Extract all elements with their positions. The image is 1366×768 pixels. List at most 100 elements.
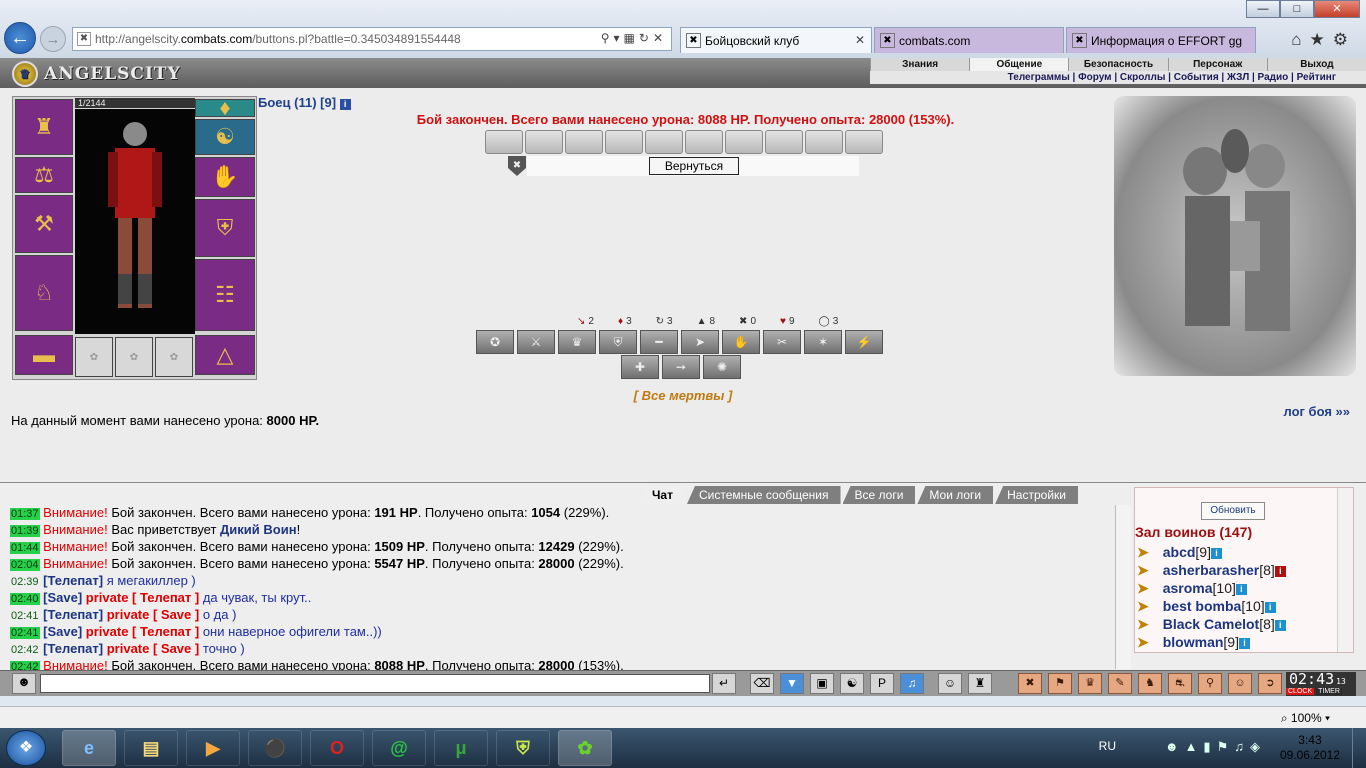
zoom-level[interactable]: ⌕ 100% ▾ [1281, 711, 1330, 726]
nero-icon[interactable]: ⚫ [248, 730, 302, 766]
tab-my-logs[interactable]: Мои логи [917, 486, 994, 504]
message-time[interactable]: 02:41 [10, 627, 40, 639]
address-tools-icons[interactable]: ⚲▾▦↻✕ [601, 31, 667, 45]
skill-blade-icon[interactable]: ━ [640, 330, 678, 354]
private-recipient[interactable]: private [ Save ] [103, 607, 200, 622]
message-time[interactable]: 02:41 [10, 610, 40, 622]
user-item[interactable]: ➤ asroma[10] i [1137, 580, 1247, 597]
security-icon[interactable]: ⛨ [496, 730, 550, 766]
site-logo[interactable]: ♛ ANGELSCITY [12, 60, 181, 88]
user-item[interactable]: ➤ blowman[9] i [1137, 634, 1250, 651]
sub-menu[interactable]: Телеграммы | Форум | Скроллы | События |… [870, 71, 1366, 84]
message-time[interactable]: 02:42 [10, 644, 40, 656]
mail-agent-icon[interactable]: @ [372, 730, 426, 766]
sender-name[interactable]: [Save] [43, 624, 82, 639]
browser-tool-icons[interactable]: ⌂★⚙ [1291, 30, 1356, 50]
skill-strike-icon[interactable]: ➤ [681, 330, 719, 354]
show-desktop-button[interactable] [1352, 728, 1366, 768]
skill-star-icon[interactable]: ✪ [476, 330, 514, 354]
tab-combats[interactable]: ✖ combats.com [874, 27, 1064, 53]
private-recipient[interactable]: private [ Телепат ] [82, 624, 199, 639]
sender-name[interactable]: [Save] [43, 590, 82, 605]
skill-burst-icon[interactable]: ✺ [703, 355, 741, 379]
belt-slot[interactable]: ▬ [15, 335, 73, 375]
users-scrollbar[interactable] [1337, 488, 1353, 652]
scroll-slot[interactable] [485, 130, 523, 154]
tab-chat[interactable]: Чат [640, 486, 685, 504]
scroll-slot[interactable] [845, 130, 883, 154]
minimize-button[interactable]: — [1246, 0, 1280, 18]
scroll-slot[interactable] [805, 130, 843, 154]
menu-knowledge[interactable]: Знания [870, 58, 970, 71]
internet-explorer-icon[interactable]: e [62, 730, 116, 766]
message-time[interactable]: 01:44 [10, 542, 40, 554]
boots-slot[interactable]: △ [195, 335, 255, 375]
send-icon[interactable]: ↵ [712, 673, 736, 694]
forward-button[interactable]: → [40, 26, 66, 52]
skill-shield-icon[interactable]: ⛨ [599, 330, 637, 354]
necklace-slot[interactable]: ☯ [195, 119, 255, 155]
scroll-slot[interactable] [645, 130, 683, 154]
crown-icon[interactable]: ♛ [1078, 673, 1102, 694]
maximize-button[interactable]: □ [1280, 0, 1314, 18]
icq-icon[interactable]: ✿ [558, 730, 612, 766]
sender-name[interactable]: [Телепат] [43, 607, 103, 622]
skill-axe-icon[interactable]: ⚔ [517, 330, 555, 354]
menu-security[interactable]: Безопасность [1068, 58, 1168, 71]
battle-log-link[interactable]: лог боя »» [1283, 404, 1350, 419]
system-clock[interactable]: 3:43 09.06.2012 [1280, 733, 1340, 763]
ring-slot-2[interactable]: ✿ [115, 337, 153, 377]
scroll-slot[interactable] [725, 130, 763, 154]
skill-splash-icon[interactable]: ✶ [804, 330, 842, 354]
skill-dash-icon[interactable]: ➙ [662, 355, 700, 379]
gloves-slot[interactable]: ✋ [195, 157, 255, 197]
user-item[interactable]: ➤ asherbarasher[8] i [1137, 562, 1286, 579]
sender-name[interactable]: [Телепат] [43, 573, 103, 588]
message-time[interactable]: 01:39 [10, 525, 40, 537]
skill-hands-icon[interactable]: ✋ [722, 330, 760, 354]
start-button[interactable]: ❖ [6, 730, 46, 766]
tab-boytsovsky-club[interactable]: ✖ Бойцовский клуб ✕ [680, 27, 872, 53]
tab-settings[interactable]: Настройки [995, 486, 1078, 504]
eraser-icon[interactable]: ⌫ [750, 673, 774, 694]
explorer-folder-icon[interactable]: ▤ [124, 730, 178, 766]
language-indicator[interactable]: RU [1099, 739, 1116, 753]
chat-scrollbar[interactable] [1115, 505, 1131, 669]
amulet-slot[interactable]: ♦ [195, 95, 255, 120]
sound-icon[interactable]: ♫ [900, 673, 924, 694]
armor-icon[interactable]: ⛐ [1168, 673, 1192, 694]
skill-armor-icon[interactable]: ♛ [558, 330, 596, 354]
scroll-slot[interactable] [685, 130, 723, 154]
address-bar[interactable]: ✖ http://angelscity. combats.com/buttons.… [72, 27, 672, 51]
shield-slot[interactable]: ⛨ [195, 199, 255, 257]
exit-icon[interactable]: ➲ [1258, 673, 1282, 694]
ring-slot-3[interactable]: ✿ [155, 337, 193, 377]
smiley-icon[interactable]: ☺ [938, 673, 962, 694]
message-time[interactable]: 02:40 [10, 593, 40, 605]
private-recipient[interactable]: private [ Телепат ] [82, 590, 199, 605]
filter-icon[interactable]: ▼ [780, 673, 804, 694]
translit-icon[interactable]: P [870, 673, 894, 694]
helmet-icon[interactable]: ♜ [968, 673, 992, 694]
tab-system-messages[interactable]: Системные сообщения [686, 486, 841, 504]
close-window-button[interactable]: ✕ [1314, 0, 1360, 18]
user-item[interactable]: ➤ abcd[9] i [1137, 544, 1222, 561]
scroll-slot[interactable] [565, 130, 603, 154]
close-tab-icon[interactable]: ✕ [855, 33, 865, 47]
bag-icon[interactable]: ⚑ [1048, 673, 1072, 694]
menu-character[interactable]: Персонаж [1167, 58, 1267, 71]
skill-lightning-icon[interactable]: ⚡ [845, 330, 883, 354]
ring-slot-1[interactable]: ✿ [75, 337, 113, 377]
armor-slot[interactable]: ♘ [15, 255, 73, 331]
menu-exit[interactable]: Выход [1266, 58, 1366, 71]
media-player-icon[interactable]: ▶ [186, 730, 240, 766]
scroll-slot[interactable] [525, 130, 563, 154]
leggings-slot[interactable]: ☷ [195, 259, 255, 331]
message-time[interactable]: 02:39 [10, 576, 40, 588]
message-time[interactable]: 02:04 [10, 559, 40, 571]
message-time[interactable]: 01:37 [10, 508, 40, 520]
utorrent-icon[interactable]: μ [434, 730, 488, 766]
tab-effort-info[interactable]: ✖ Информация о EFFORT gg [1066, 27, 1256, 53]
action-icon-1[interactable]: ✖ [1018, 673, 1042, 694]
menu-communication[interactable]: Общение [969, 58, 1069, 71]
